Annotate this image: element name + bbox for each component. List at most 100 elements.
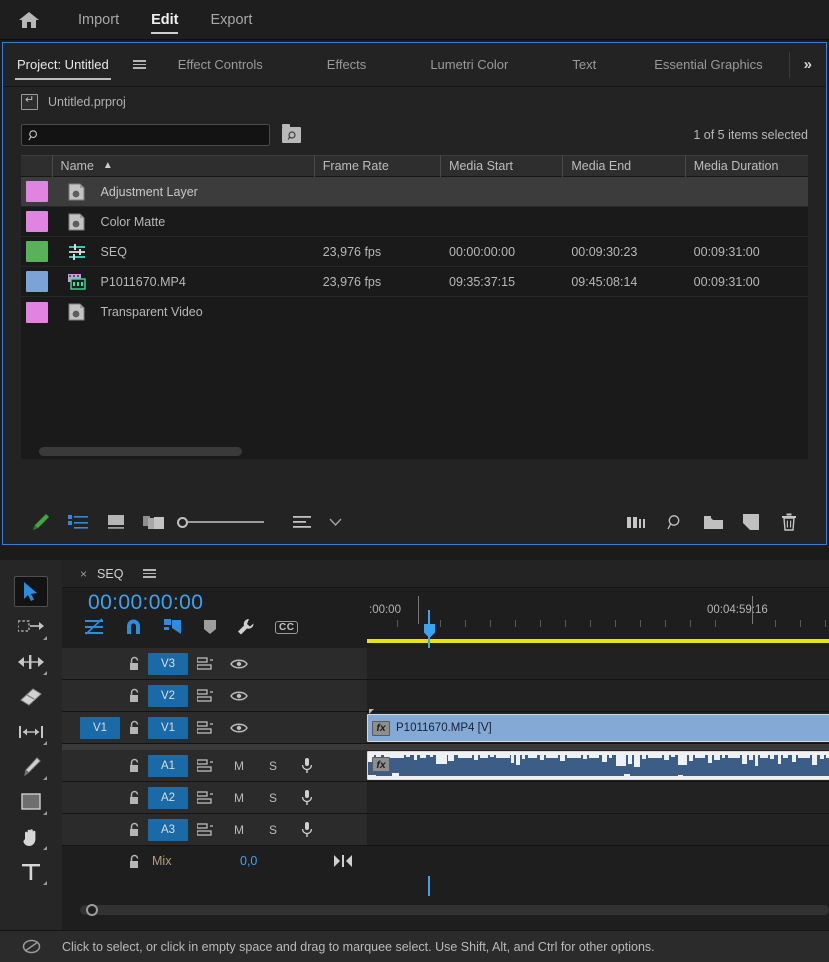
add-marker-icon[interactable] bbox=[203, 619, 217, 635]
parent-bin-icon[interactable] bbox=[21, 94, 38, 110]
mute-button[interactable]: M bbox=[222, 759, 256, 773]
pen-tool[interactable] bbox=[14, 751, 48, 782]
eye-icon[interactable] bbox=[222, 722, 256, 734]
sync-lock-icon[interactable] bbox=[188, 721, 222, 735]
column-header-name[interactable]: Name ▲ bbox=[53, 155, 315, 177]
track-name-v2[interactable]: V2 bbox=[148, 685, 188, 707]
more-tabs-icon[interactable]: » bbox=[789, 52, 826, 78]
mute-button[interactable]: M bbox=[222, 823, 256, 837]
home-icon[interactable] bbox=[14, 5, 44, 35]
fx-badge-icon[interactable]: fx bbox=[372, 721, 390, 736]
project-list-horizontal-scrollbar[interactable] bbox=[39, 445, 790, 459]
sort-icon[interactable] bbox=[284, 507, 322, 537]
pencil-icon[interactable] bbox=[21, 507, 59, 537]
nav-import[interactable]: Import bbox=[62, 0, 135, 40]
track-lane-a3[interactable] bbox=[367, 814, 829, 845]
solo-button[interactable]: S bbox=[256, 791, 290, 805]
track-name-a1[interactable]: A1 bbox=[148, 755, 188, 777]
selection-tool[interactable] bbox=[14, 576, 48, 607]
lock-icon[interactable] bbox=[120, 854, 148, 869]
playhead-timecode[interactable]: 00:00:00:00 bbox=[88, 591, 203, 615]
zoom-scrollbar-left-handle[interactable] bbox=[86, 904, 98, 916]
table-row[interactable]: SEQ 23,976 fps 00:00:00:00 00:09:30:23 0… bbox=[21, 237, 808, 267]
zoom-slider-track[interactable] bbox=[188, 521, 264, 523]
track-header-a3[interactable]: A3 M S bbox=[62, 814, 367, 845]
timeline-clip-audio[interactable]: fx bbox=[367, 751, 829, 780]
track-name-a2[interactable]: A2 bbox=[148, 787, 188, 809]
track-select-forward-tool[interactable] bbox=[14, 611, 48, 642]
tab-effect-controls[interactable]: Effect Controls bbox=[164, 43, 277, 87]
timeline-clip-video[interactable]: fx P1011670.MP4 [V] bbox=[367, 714, 829, 742]
close-icon[interactable]: × bbox=[80, 567, 87, 581]
table-row[interactable]: Adjustment Layer bbox=[21, 177, 808, 207]
nav-export[interactable]: Export bbox=[194, 0, 268, 40]
find-in-bin-icon[interactable] bbox=[282, 127, 301, 143]
column-header-media-end[interactable]: Media End bbox=[563, 155, 685, 177]
lock-icon[interactable] bbox=[120, 758, 148, 773]
settings-wrench-icon[interactable] bbox=[237, 618, 255, 636]
eye-icon[interactable] bbox=[222, 658, 256, 670]
snap-icon[interactable] bbox=[124, 618, 143, 636]
new-bin-icon[interactable] bbox=[694, 507, 732, 537]
track-header-v1[interactable]: V1 V1 bbox=[62, 712, 367, 743]
sync-lock-icon[interactable] bbox=[188, 823, 222, 837]
sync-lock-icon[interactable] bbox=[188, 657, 222, 671]
track-header-v2[interactable]: V2 bbox=[62, 680, 367, 711]
project-item-list[interactable]: Adjustment Layer Color Matte bbox=[21, 177, 808, 459]
delete-icon[interactable] bbox=[770, 507, 808, 537]
mix-header[interactable]: Mix 0,0 bbox=[62, 846, 367, 876]
razor-tool[interactable] bbox=[14, 681, 48, 712]
search-field[interactable] bbox=[45, 128, 269, 142]
column-header-frame-rate[interactable]: Frame Rate bbox=[315, 155, 441, 177]
track-header-a1[interactable]: A1 M S bbox=[62, 750, 367, 781]
lock-icon[interactable] bbox=[120, 822, 148, 837]
timeline-panel-menu-icon[interactable] bbox=[143, 569, 156, 578]
new-bin-columns-icon[interactable] bbox=[618, 507, 656, 537]
track-header-a2[interactable]: A2 M S bbox=[62, 782, 367, 813]
column-header-media-duration[interactable]: Media Duration bbox=[686, 155, 808, 177]
lock-icon[interactable] bbox=[120, 790, 148, 805]
thumbnail-zoom-slider[interactable] bbox=[177, 517, 264, 528]
source-patch-v1[interactable]: V1 bbox=[80, 717, 120, 739]
lock-icon[interactable] bbox=[120, 688, 148, 703]
chevron-down-icon[interactable] bbox=[322, 507, 348, 537]
hand-tool[interactable] bbox=[14, 821, 48, 852]
track-name-a3[interactable]: A3 bbox=[148, 819, 188, 841]
microphone-icon[interactable] bbox=[290, 822, 324, 838]
ripple-edit-tool[interactable] bbox=[14, 646, 48, 677]
scrollbar-thumb[interactable] bbox=[39, 447, 242, 456]
tab-lumetri-color[interactable]: Lumetri Color bbox=[416, 43, 522, 87]
lock-icon[interactable] bbox=[120, 720, 148, 735]
new-item-icon[interactable] bbox=[732, 507, 770, 537]
table-row[interactable]: Transparent Video bbox=[21, 297, 808, 327]
rectangle-tool[interactable] bbox=[14, 786, 48, 817]
keyframe-nav-icon[interactable] bbox=[334, 855, 352, 867]
track-name-v1[interactable]: V1 bbox=[148, 717, 188, 739]
fx-badge-icon[interactable]: fx bbox=[372, 757, 390, 772]
icon-view-icon[interactable] bbox=[97, 507, 135, 537]
find-icon[interactable] bbox=[656, 507, 694, 537]
search-input[interactable] bbox=[21, 124, 270, 146]
table-row[interactable]: P1011670.MP4 23,976 fps 09:35:37:15 09:4… bbox=[21, 267, 808, 297]
captions-icon[interactable]: CC bbox=[275, 621, 298, 634]
slip-tool[interactable] bbox=[14, 716, 48, 747]
track-lane-v3[interactable] bbox=[367, 648, 829, 679]
tab-project-untitled[interactable]: Project: Untitled bbox=[3, 43, 123, 87]
zoom-scrollbar-track[interactable] bbox=[80, 905, 829, 915]
tab-essential-graphics[interactable]: Essential Graphics bbox=[640, 43, 776, 87]
type-tool[interactable] bbox=[14, 856, 48, 887]
list-view-icon[interactable] bbox=[59, 507, 97, 537]
track-lane-a1[interactable]: fx bbox=[367, 750, 829, 781]
solo-button[interactable]: S bbox=[256, 823, 290, 837]
linked-selection-icon[interactable] bbox=[163, 618, 183, 636]
track-lane-v1[interactable]: fx P1011670.MP4 [V] bbox=[367, 712, 829, 743]
panel-menu-icon[interactable] bbox=[133, 60, 146, 69]
sync-lock-icon[interactable] bbox=[188, 791, 222, 805]
nav-edit[interactable]: Edit bbox=[135, 0, 194, 40]
nested-sequence-icon[interactable] bbox=[84, 618, 104, 636]
track-lane-v2[interactable] bbox=[367, 680, 829, 711]
eye-icon[interactable] bbox=[222, 690, 256, 702]
sync-lock-icon[interactable] bbox=[188, 689, 222, 703]
mute-button[interactable]: M bbox=[222, 791, 256, 805]
tab-text[interactable]: Text bbox=[558, 43, 610, 87]
